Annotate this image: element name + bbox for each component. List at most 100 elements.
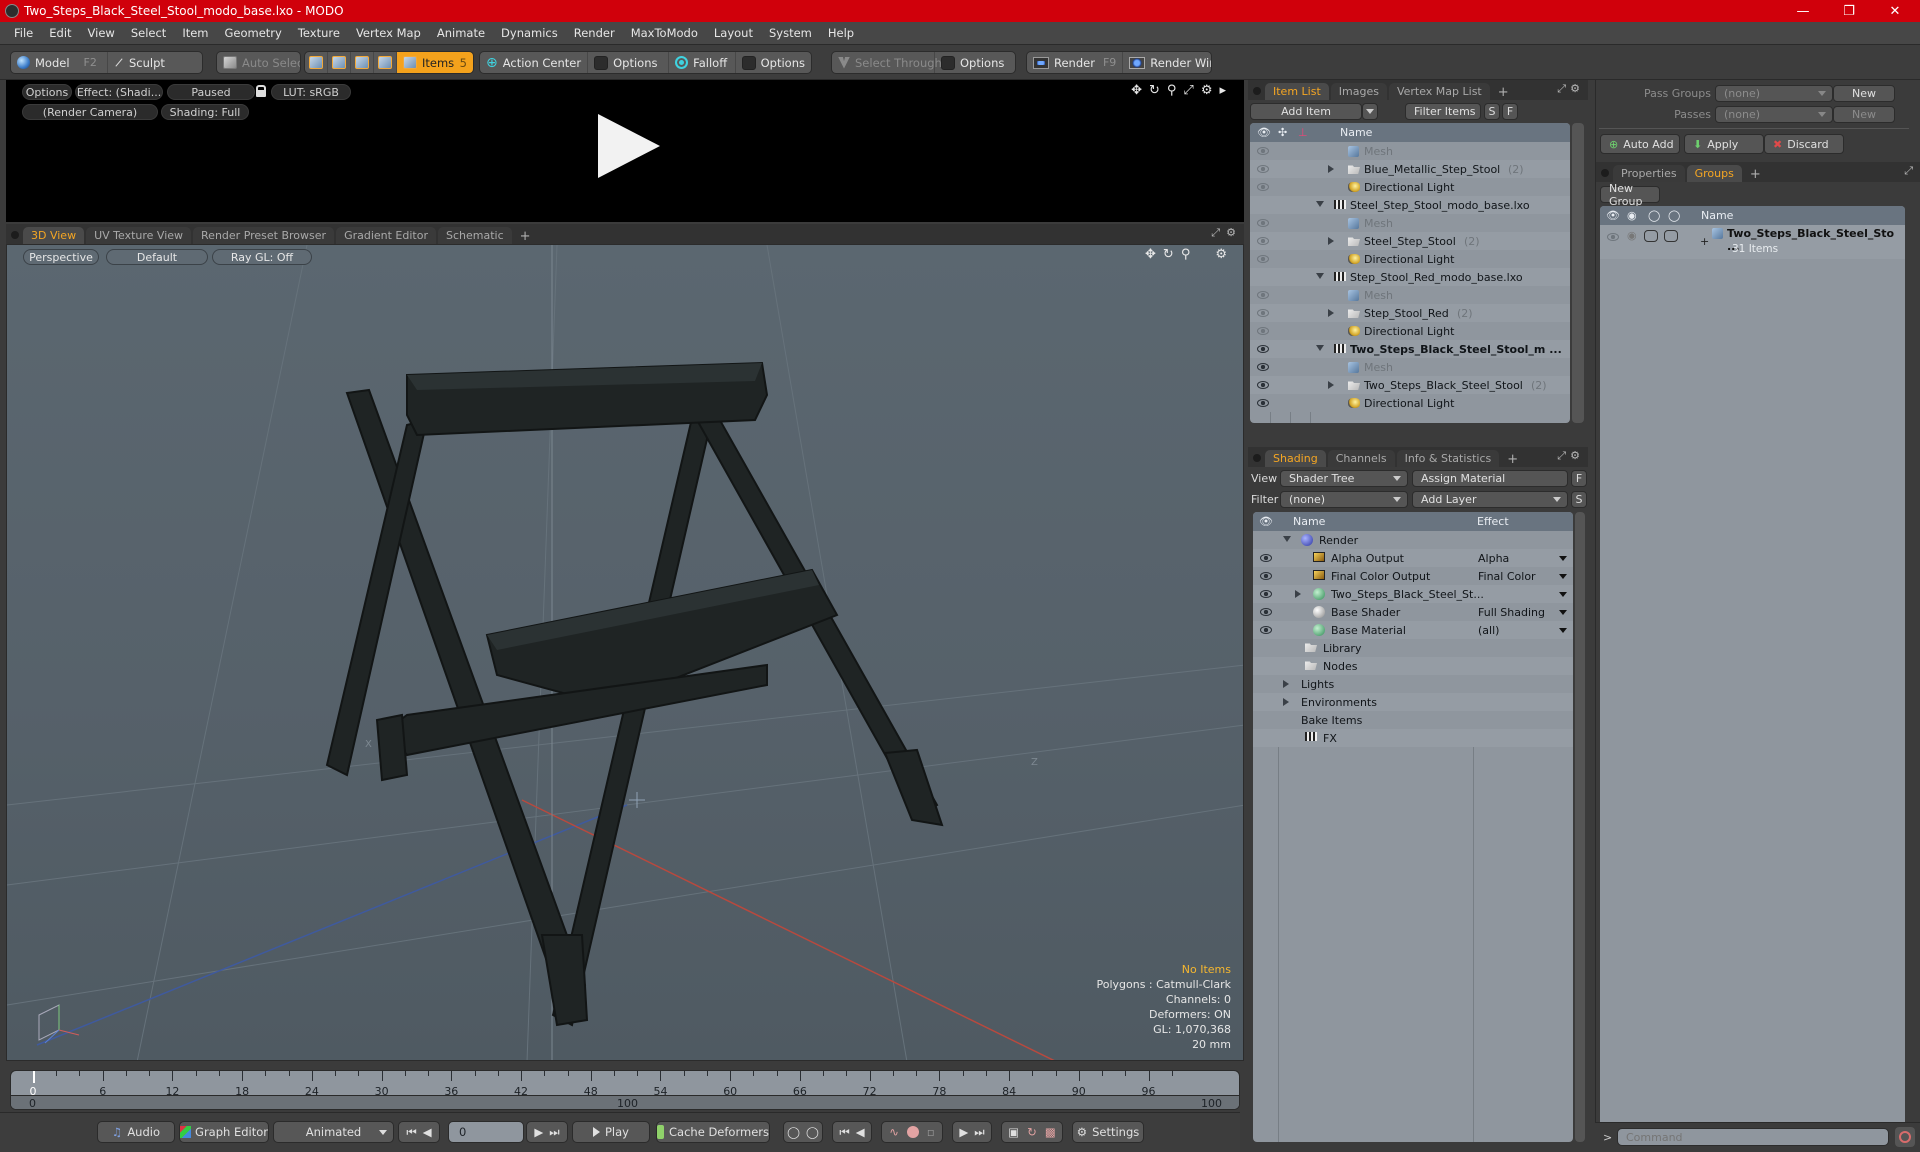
- visibility-eye-icon[interactable]: [1260, 608, 1272, 616]
- chevron-down-icon[interactable]: [1559, 556, 1567, 561]
- new-pass-button[interactable]: New: [1833, 106, 1895, 123]
- timeline[interactable]: 0 6 12 18 24 30 36 42 48 54 60 66 72 78 84 90 96 0 100 1…: [10, 1070, 1240, 1110]
- menu-texture[interactable]: Texture: [290, 26, 348, 40]
- render-shading-dropdown[interactable]: Shading: Full: [161, 104, 249, 120]
- items-mode-button[interactable]: Items 5: [397, 52, 473, 73]
- menu-dynamics[interactable]: Dynamics: [493, 26, 566, 40]
- go-to-start-icon[interactable]: ⏮: [406, 1125, 416, 1140]
- name-column-header[interactable]: Name: [1293, 515, 1325, 528]
- visibility-eye-icon[interactable]: [1257, 237, 1269, 245]
- lut-dropdown[interactable]: LUT: sRGB: [271, 84, 351, 100]
- item-list-row[interactable]: Blue_Metallic_Step_Stool (2): [1250, 160, 1570, 178]
- add-item-button[interactable]: Add Item: [1250, 103, 1362, 120]
- unlock-icon[interactable]: [256, 85, 266, 97]
- current-frame-field[interactable]: 0: [448, 1121, 524, 1143]
- visibility-eye-icon[interactable]: [1257, 381, 1269, 389]
- visibility-eye-icon[interactable]: [1257, 345, 1269, 353]
- render-window-button[interactable]: Render Window: [1123, 52, 1211, 73]
- select-toggle[interactable]: [1664, 230, 1678, 242]
- tab-shading[interactable]: Shading: [1265, 450, 1326, 467]
- item-list-row[interactable]: Directional Light: [1250, 322, 1570, 340]
- menu-render[interactable]: Render: [566, 26, 623, 40]
- item-list-row[interactable]: Mesh: [1250, 286, 1570, 304]
- command-input[interactable]: [1617, 1128, 1889, 1146]
- chevron-down-icon[interactable]: [1559, 574, 1567, 579]
- render-options-button[interactable]: Options: [22, 84, 72, 100]
- go-to-end-icon[interactable]: ⏭: [549, 1125, 559, 1140]
- item-list-row[interactable]: Steel_Step_Stool_modo_base.lxo: [1250, 196, 1570, 214]
- visibility-eye-icon[interactable]: [1257, 219, 1269, 227]
- menu-animate[interactable]: Animate: [429, 26, 493, 40]
- item-list-row[interactable]: Mesh: [1250, 358, 1570, 376]
- graph-editor-button[interactable]: Graph Editor: [179, 1121, 269, 1143]
- tab-render-preset-browser[interactable]: Render Preset Browser: [193, 227, 335, 244]
- gear-icon[interactable]: ⚙: [1570, 82, 1580, 95]
- gear-icon[interactable]: ⚙: [1226, 226, 1236, 239]
- tab-gradient-editor[interactable]: Gradient Editor: [336, 227, 436, 244]
- visibility-eye-icon[interactable]: [1260, 590, 1272, 598]
- tab-images[interactable]: Images: [1330, 83, 1387, 100]
- maximize-icon[interactable]: ⤢: [1183, 83, 1193, 98]
- key-down-icon[interactable]: ◯: [806, 1125, 819, 1139]
- shader-tree-row[interactable]: Library: [1253, 639, 1573, 657]
- shader-tree-scrollbar[interactable]: [1575, 512, 1585, 1142]
- item-list-row[interactable]: Two_Steps_Black_Steel_Stool (2): [1250, 376, 1570, 394]
- item-list-row[interactable]: Step_Stool_Red_modo_base.lxo: [1250, 268, 1570, 286]
- tab-schematic[interactable]: Schematic: [438, 227, 512, 244]
- group-row[interactable]: ◉ + Two_Steps_Black_Steel_Sto ... 31 Ite…: [1600, 225, 1905, 259]
- item-list-row[interactable]: Step_Stool_Red (2): [1250, 304, 1570, 322]
- expand-arrow-icon[interactable]: [1328, 309, 1334, 317]
- effect-dropdown[interactable]: Full Shading: [1478, 606, 1545, 619]
- tab-channels[interactable]: Channels: [1327, 450, 1395, 467]
- shader-tree-row[interactable]: Base Material (all): [1253, 621, 1573, 639]
- visibility-eye-icon[interactable]: [1260, 572, 1272, 580]
- shader-tree-row[interactable]: Render: [1253, 531, 1573, 549]
- menu-select[interactable]: Select: [123, 26, 174, 40]
- previous-key-icon[interactable]: ◀: [423, 1125, 432, 1139]
- menu-file[interactable]: File: [6, 26, 41, 40]
- menu-geometry[interactable]: Geometry: [217, 26, 290, 40]
- expand-arrow-icon[interactable]: ▸: [1219, 83, 1226, 98]
- timeline-range-bar[interactable]: 0 100 100: [11, 1095, 1239, 1109]
- falloff-options-button[interactable]: Options: [736, 52, 811, 73]
- view-dropdown[interactable]: Shader Tree: [1280, 470, 1408, 487]
- maximize-icon[interactable]: ⤢: [1557, 449, 1566, 463]
- visibility-eye-icon[interactable]: [1257, 327, 1269, 335]
- pan-icon[interactable]: ✥: [1145, 247, 1156, 262]
- render-status-button[interactable]: Paused: [167, 84, 255, 100]
- expand-arrow-icon[interactable]: [1328, 381, 1334, 389]
- menu-view[interactable]: View: [80, 26, 123, 40]
- new-group-button[interactable]: New Group: [1600, 182, 1660, 208]
- menu-system[interactable]: System: [761, 26, 820, 40]
- shading-s-button[interactable]: S: [1571, 491, 1587, 508]
- visibility-eye-icon[interactable]: [1257, 399, 1269, 407]
- perspective-dropdown[interactable]: Perspective: [23, 249, 99, 265]
- filter-items-input[interactable]: Filter Items: [1405, 103, 1481, 120]
- zoom-icon[interactable]: ⚲: [1181, 247, 1191, 262]
- vertices-mode-button[interactable]: [305, 52, 328, 73]
- expand-arrow-icon[interactable]: [1283, 680, 1289, 688]
- next-keyframe-icon[interactable]: ⏭: [974, 1125, 984, 1140]
- menu-maxtomodo[interactable]: MaxToModo: [623, 26, 706, 40]
- key-selection-icon[interactable]: ▣: [1008, 1125, 1019, 1139]
- shading-style-dropdown[interactable]: Default: [106, 249, 208, 265]
- maximize-icon[interactable]: ⤢: [1557, 82, 1566, 96]
- add-tab-icon[interactable]: +: [1492, 85, 1515, 100]
- collapse-arrow-icon[interactable]: [1316, 273, 1324, 279]
- item-list-row[interactable]: Directional Light: [1250, 394, 1570, 412]
- tab-item-list[interactable]: Item List: [1265, 83, 1329, 100]
- key-layer-icon[interactable]: ▩: [1045, 1125, 1056, 1139]
- apply-button[interactable]: ⬇ Apply: [1684, 134, 1764, 154]
- add-tab-icon[interactable]: +: [1744, 167, 1767, 182]
- visibility-eye-icon[interactable]: [1257, 291, 1269, 299]
- sculpt-button[interactable]: Sculpt: [108, 52, 171, 73]
- tab-info-statistics[interactable]: Info & Statistics: [1396, 450, 1500, 467]
- expand-arrow-icon[interactable]: [1328, 165, 1334, 173]
- visibility-eye-icon[interactable]: [1257, 183, 1269, 191]
- chevron-down-icon[interactable]: [1559, 610, 1567, 615]
- name-column-header[interactable]: Name: [1701, 209, 1733, 222]
- visibility-eye-icon[interactable]: [1257, 147, 1269, 155]
- shader-tree-row[interactable]: Lights: [1253, 675, 1573, 693]
- play-render-icon[interactable]: [598, 114, 660, 178]
- maximize-icon[interactable]: ⤢: [1904, 164, 1913, 178]
